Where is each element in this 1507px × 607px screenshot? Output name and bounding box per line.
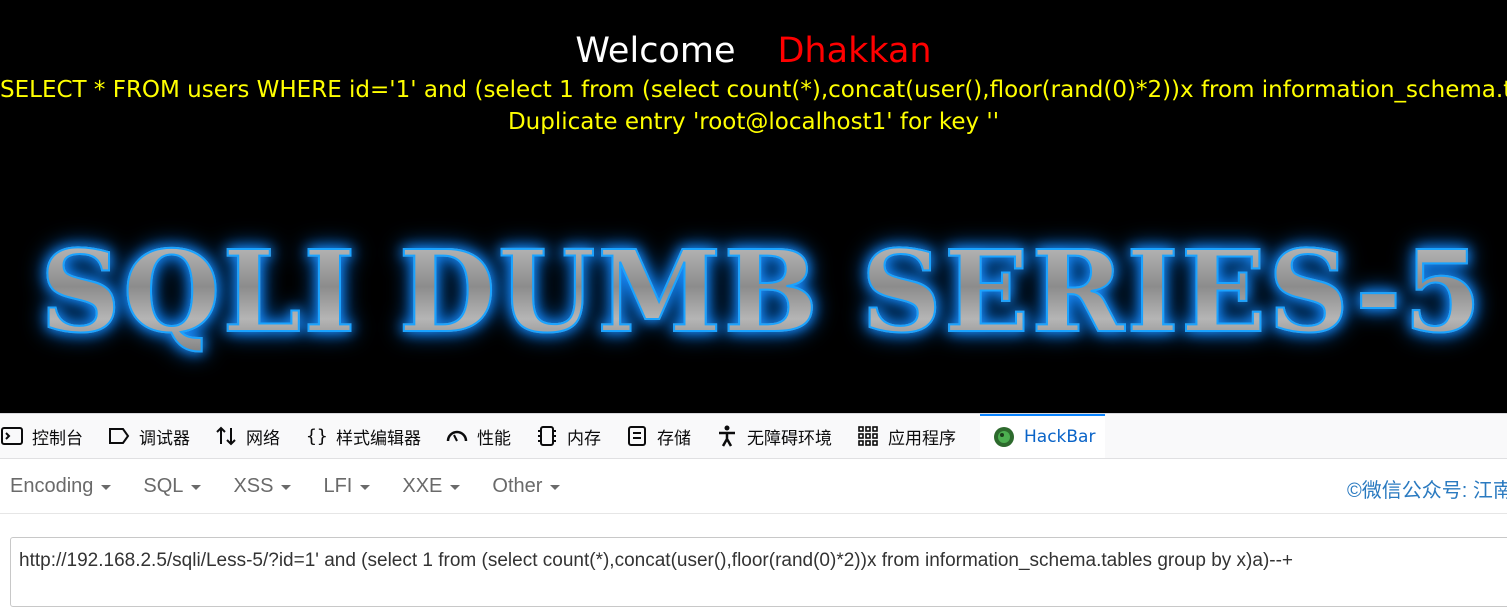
hackbar-toolbar: Encoding SQL XSS LFI XXE Other ©微信公众号: 江… [0, 459, 1507, 514]
sql-query-line: SELECT * FROM users WHERE id='1' and (se… [0, 75, 1507, 105]
tab-application-label: 应用程序 [888, 428, 956, 449]
menu-xss[interactable]: XSS [233, 474, 292, 498]
tab-hackbar-label: HackBar [1024, 427, 1096, 447]
tab-network-label: 网络 [246, 428, 280, 449]
tab-accessibility[interactable]: 无障碍环境 [715, 414, 842, 458]
menu-lfi[interactable]: LFI [323, 474, 371, 498]
memory-icon [538, 426, 556, 446]
performance-icon [446, 430, 468, 442]
menu-other[interactable]: Other [492, 474, 561, 498]
menu-xss-label: XSS [233, 474, 274, 497]
menu-xxe[interactable]: XXE [402, 474, 461, 498]
welcome-text: Welcome [575, 31, 736, 71]
tab-debugger[interactable]: 调试器 [107, 414, 200, 458]
url-textarea[interactable]: http://192.168.2.5/sqli/Less-5/?id=1' an… [10, 537, 1507, 607]
series-banner: SQLI DUMB SERIES-5 [39, 227, 1507, 359]
tab-accessibility-label: 无障碍环境 [747, 428, 832, 449]
user-name: Dhakkan [777, 31, 932, 71]
caret-down-icon [550, 484, 561, 490]
tab-console[interactable]: 控制台 [0, 414, 93, 458]
sql-error-line: Duplicate entry 'root@localhost1' for ke… [507, 109, 1000, 135]
tab-console-label: 控制台 [32, 428, 83, 449]
caret-down-icon [191, 484, 202, 490]
watermark-text: ©微信公众号: 江南 [1347, 480, 1507, 502]
tab-network[interactable]: 网络 [214, 414, 290, 458]
debugger-icon [109, 428, 130, 444]
tab-storage-label: 存储 [657, 428, 691, 449]
tab-style-editor[interactable]: {} 样式编辑器 [304, 414, 431, 458]
tab-debugger-label: 调试器 [139, 428, 190, 449]
menu-sql-label: SQL [143, 474, 184, 497]
caret-down-icon [101, 484, 112, 490]
hackbar-icon [994, 427, 1014, 447]
tab-memory-label: 内存 [567, 428, 601, 449]
menu-encoding[interactable]: Encoding [10, 474, 112, 498]
network-icon [216, 426, 236, 446]
storage-icon [628, 426, 646, 446]
web-page: Welcome Dhakkan SELECT * FROM users WHERE… [0, 0, 1507, 413]
tab-memory[interactable]: 内存 [535, 414, 611, 458]
menu-xxe-label: XXE [402, 474, 443, 497]
devtools-tabbar: 控制台 调试器 网络 {} 样式编辑器 性能 内存 存储 无障碍环境 应用程序 … [0, 413, 1507, 459]
tab-storage[interactable]: 存储 [625, 414, 701, 458]
tab-performance[interactable]: 性能 [445, 414, 521, 458]
devtools-panel: 控制台 调试器 网络 {} 样式编辑器 性能 内存 存储 无障碍环境 应用程序 … [0, 413, 1507, 607]
caret-down-icon [450, 484, 461, 490]
svg-text:{}: {} [306, 426, 328, 447]
application-icon [858, 426, 878, 446]
caret-down-icon [281, 484, 292, 490]
menu-other-label: Other [492, 474, 543, 497]
accessibility-icon [719, 425, 735, 447]
tab-performance-label: 性能 [477, 428, 511, 449]
tab-hackbar[interactable]: HackBar [980, 414, 1106, 458]
sql-query-text: SELECT * FROM users WHERE id='1' and (se… [0, 77, 1507, 103]
tab-application[interactable]: 应用程序 [856, 414, 966, 458]
banner-text: SQLI DUMB SERIES-5 [39, 227, 1507, 359]
welcome-line: Welcome Dhakkan [0, 28, 1507, 74]
tab-style-editor-label: 样式编辑器 [336, 428, 421, 449]
menu-encoding-label: Encoding [10, 474, 94, 497]
menu-sql[interactable]: SQL [143, 474, 202, 498]
menu-lfi-label: LFI [323, 474, 353, 497]
caret-down-icon [360, 484, 371, 490]
style-editor-icon: {} [306, 426, 328, 447]
console-icon [1, 427, 23, 445]
